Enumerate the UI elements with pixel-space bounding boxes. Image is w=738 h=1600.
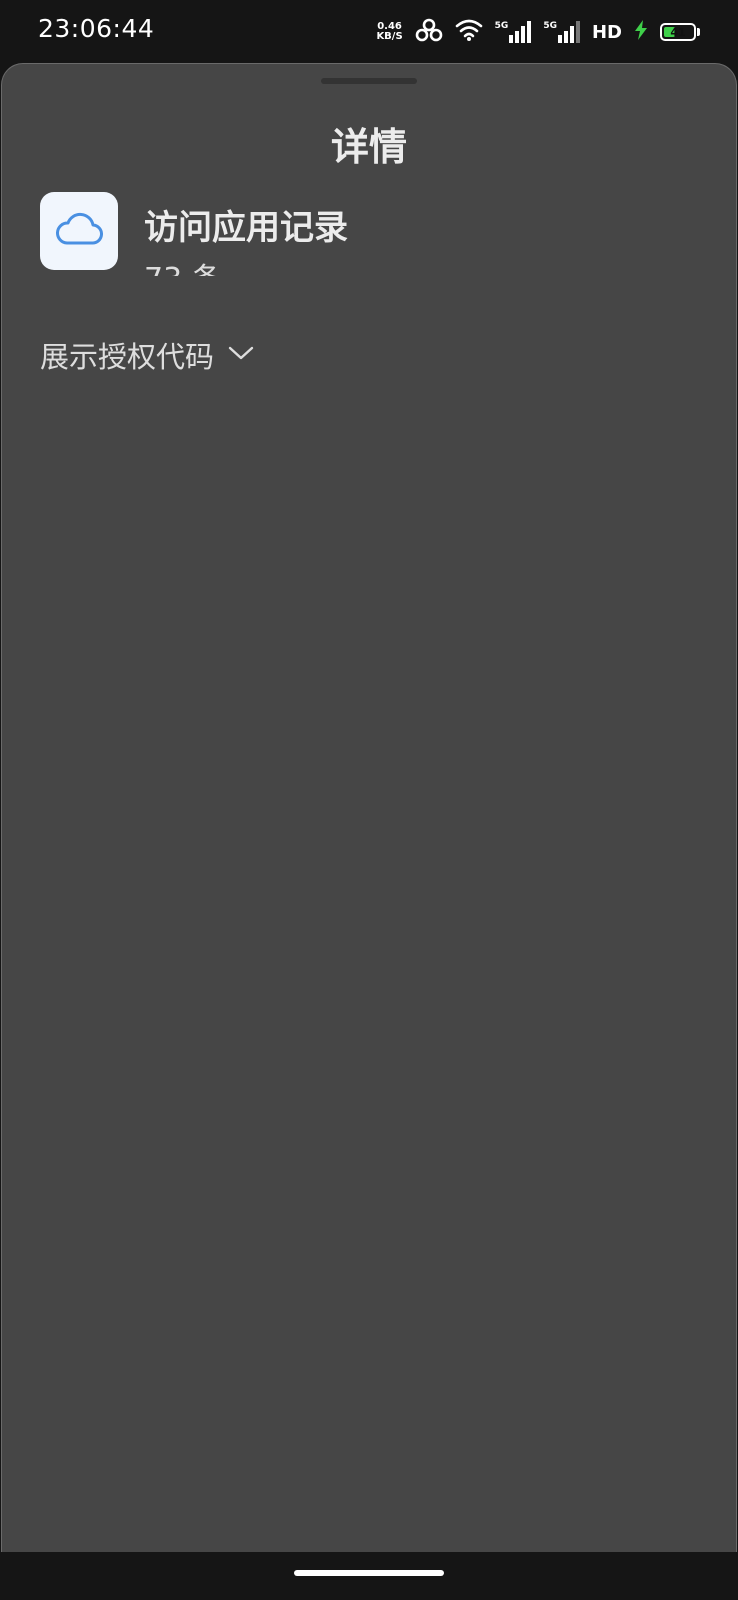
home-indicator[interactable] xyxy=(294,1570,444,1576)
drag-handle[interactable] xyxy=(321,78,417,84)
network-speed-unit: KB/S xyxy=(376,31,403,42)
sheet-title: 详情 xyxy=(330,125,407,169)
signal-icon: 5G xyxy=(543,21,580,43)
app-name: 访问应用记录 xyxy=(144,208,348,248)
network-speed: 0.46 KB/S xyxy=(376,22,402,42)
show-auth-code-toggle[interactable]: 展示授权代码 xyxy=(40,334,254,376)
details-sheet: 详情 访问应用记录 73 条 展示授权代码 xyxy=(1,63,737,1552)
show-auth-code-label: 展示授权代码 xyxy=(40,340,215,374)
signal-icon: 5G xyxy=(495,21,532,43)
chevron-down-icon xyxy=(228,345,254,365)
battery-level: 41 xyxy=(670,25,686,39)
signal-type-label: 5G xyxy=(494,21,509,31)
hd-voice-label: HD xyxy=(591,21,622,43)
record-count: 73 条 xyxy=(144,254,222,276)
hotspot-icon xyxy=(415,18,443,46)
charging-icon xyxy=(634,20,648,44)
status-time: 23:06:44 xyxy=(38,14,155,43)
battery-cap xyxy=(697,28,700,36)
cloud-icon xyxy=(55,212,103,250)
wifi-icon xyxy=(455,18,483,46)
navigation-bar xyxy=(0,1552,738,1600)
status-bar: 23:06:44 0.46 KB/S 5G 5G HD 41 xyxy=(0,0,738,62)
battery-body: 41 xyxy=(660,23,696,41)
battery-icon: 41 xyxy=(660,23,700,41)
signal-type-label: 5G xyxy=(543,21,557,31)
status-icons: 0.46 KB/S 5G 5G HD 41 xyxy=(376,18,700,46)
app-record-row: 访问应用记录 73 条 xyxy=(40,192,698,276)
app-icon-tile xyxy=(40,192,118,270)
